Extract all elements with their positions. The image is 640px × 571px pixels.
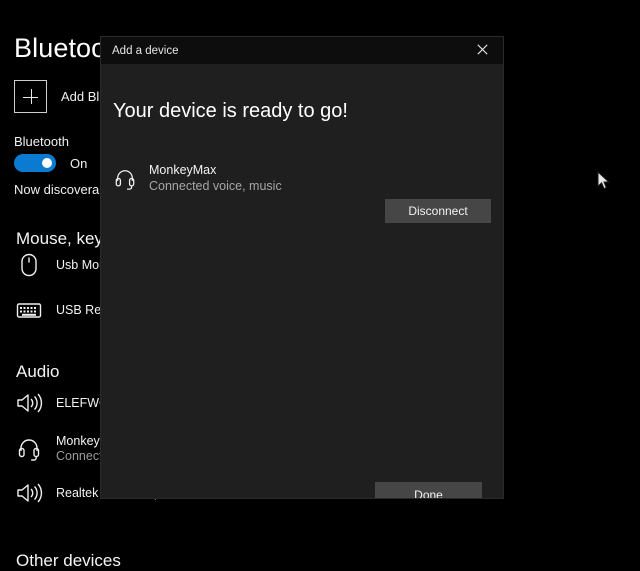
bluetooth-toggle-label: Bluetooth <box>14 134 69 149</box>
bluetooth-toggle[interactable]: On <box>14 154 87 172</box>
dialog-device-text-block: MonkeyMax Connected voice, music <box>149 163 282 194</box>
headset-icon <box>112 166 138 192</box>
dialog-title: Add a device <box>112 44 179 57</box>
group-heading-other-devices: Other devices <box>16 551 121 570</box>
disconnect-button[interactable]: Disconnect <box>385 199 491 223</box>
add-device-dialog: Add a device Your device is ready to go! <box>101 37 503 498</box>
plus-icon <box>14 80 47 113</box>
dialog-titlebar[interactable]: Add a device <box>101 37 503 64</box>
close-icon <box>476 42 488 60</box>
toggle-state-label: On <box>70 155 88 171</box>
speaker-icon <box>14 478 44 508</box>
group-heading-audio: Audio <box>16 362 60 381</box>
speaker-icon <box>14 388 44 418</box>
done-button[interactable]: Done <box>375 482 482 498</box>
dialog-body: Your device is ready to go! MonkeyMax Co… <box>101 64 503 498</box>
headset-icon <box>14 434 44 464</box>
dialog-heading: Your device is ready to go! <box>113 100 348 122</box>
close-button[interactable] <box>461 37 503 64</box>
toggle-switch-track[interactable] <box>14 154 56 172</box>
keyboard-icon <box>14 295 44 325</box>
mouse-icon <box>14 250 44 280</box>
dialog-device-name: MonkeyMax <box>149 163 217 177</box>
dialog-device-status: Connected voice, music <box>149 178 282 193</box>
toggle-switch-knob <box>42 158 52 168</box>
dialog-connected-device: MonkeyMax Connected voice, music <box>112 163 282 194</box>
